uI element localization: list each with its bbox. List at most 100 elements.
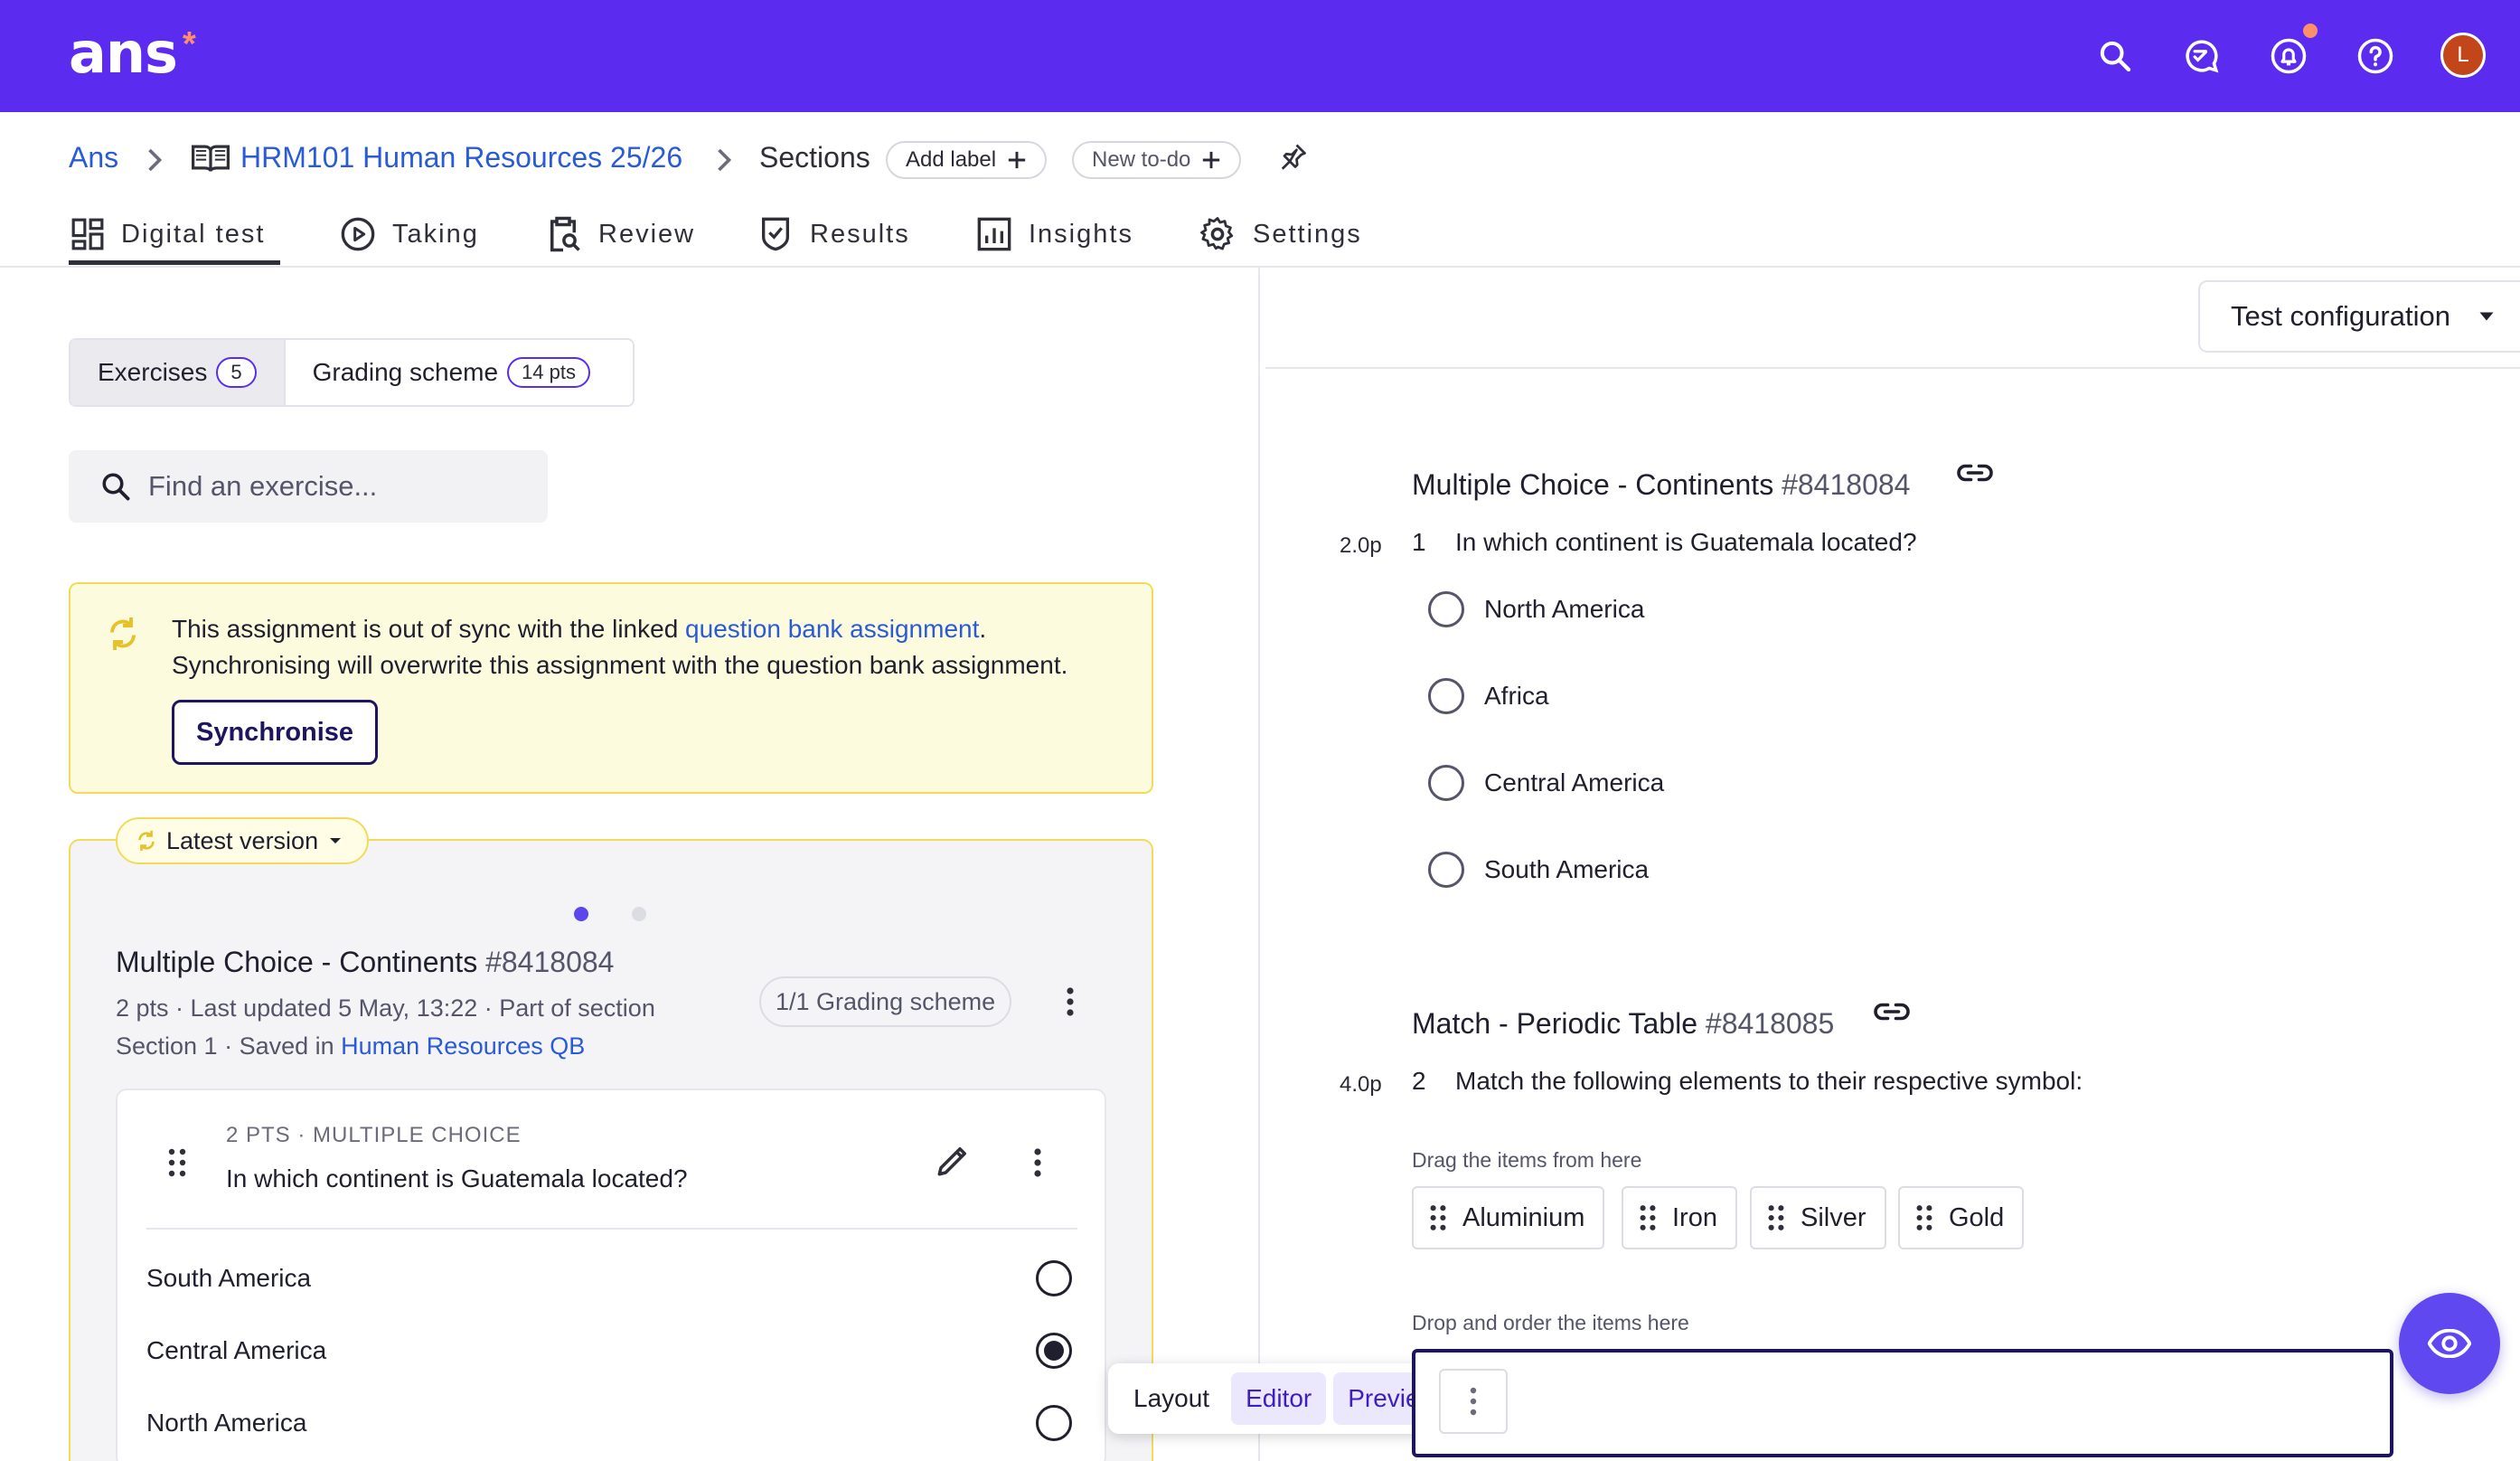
avatar[interactable]: L (2440, 33, 2486, 78)
panel-divider[interactable] (1258, 268, 1260, 1461)
exercise-meta-line1: 2 pts · Last updated 5 May, 13:22 · Part… (116, 994, 655, 1022)
out-of-sync-warning: This assignment is out of sync with the … (69, 582, 1153, 794)
option-radio[interactable] (1428, 765, 1464, 801)
drag-handle-icon[interactable] (168, 1148, 186, 1177)
q2-id: #8418085 (1705, 1007, 1835, 1040)
question-meta: 2 PTS · MULTIPLE CHOICE (226, 1123, 522, 1147)
chat-check-icon[interactable] (2177, 31, 2227, 81)
tab-taking[interactable]: Taking (340, 204, 479, 264)
drag-item[interactable]: Iron (1622, 1186, 1737, 1249)
test-configuration-dropdown[interactable]: Test configuration (2198, 280, 2520, 353)
q2-number: 2 (1412, 1067, 1426, 1095)
drop-zone[interactable] (1412, 1349, 2393, 1457)
plus-icon (1201, 150, 1221, 170)
q1-option[interactable]: Africa (1428, 678, 1549, 714)
answer-radio[interactable] (1036, 1405, 1072, 1441)
drag-item-label: Gold (1949, 1202, 2005, 1232)
exercise-name: Multiple Choice - Continents (116, 946, 478, 978)
answer-radio-selected[interactable] (1036, 1333, 1072, 1369)
breadcrumb-chevron-icon (714, 146, 734, 174)
tab-insights[interactable]: Insights (976, 204, 1133, 264)
tab-label: Results (810, 219, 910, 249)
tab-settings[interactable]: Settings (1199, 204, 1362, 264)
warning-text: This assignment is out of sync with the … (172, 615, 686, 643)
layout-mode[interactable]: Layout (1119, 1372, 1224, 1425)
option-radio[interactable] (1428, 591, 1464, 627)
question-more-icon[interactable] (1020, 1137, 1056, 1188)
q1-option[interactable]: North America (1428, 591, 1644, 627)
edit-pencil-icon[interactable] (935, 1141, 973, 1179)
clipboard-search-icon (544, 215, 582, 253)
shield-check-icon (757, 215, 794, 253)
tabs-divider (0, 266, 2520, 268)
exercise-more-icon[interactable] (1052, 976, 1088, 1027)
link-icon[interactable] (1873, 1000, 1911, 1023)
version-dropdown[interactable]: Latest version (116, 817, 370, 864)
pin-icon[interactable] (1276, 139, 1309, 175)
drag-handle-icon (1768, 1204, 1784, 1231)
breadcrumb-root[interactable]: Ans (69, 141, 118, 174)
sync-icon (136, 829, 157, 853)
option-radio[interactable] (1428, 852, 1464, 888)
add-label-text: Add label (906, 147, 997, 172)
exercise-search (69, 450, 548, 523)
tab-review[interactable]: Review (544, 204, 695, 264)
drop-zone-handle[interactable] (1439, 1369, 1508, 1434)
tab-label: Review (598, 219, 696, 249)
answer-radio[interactable] (1036, 1260, 1072, 1296)
drag-item[interactable]: Aluminium (1412, 1186, 1605, 1249)
play-circle-icon (340, 216, 376, 252)
carousel-dot[interactable] (632, 907, 646, 921)
top-bar (0, 0, 2520, 112)
drag-item[interactable]: Gold (1898, 1186, 2025, 1249)
tab-results[interactable]: Results (757, 204, 910, 264)
tab-label: Digital test (121, 219, 266, 249)
help-icon[interactable] (2350, 31, 2401, 81)
preview-q1-title: Multiple Choice - Continents #8418084 (1412, 468, 1910, 502)
drag-item[interactable]: Silver (1750, 1186, 1886, 1249)
search-input[interactable] (148, 470, 528, 503)
carousel-dot-active[interactable] (574, 907, 588, 921)
question-text: In which continent is Guatemala located? (226, 1164, 688, 1192)
new-todo-text: New to-do (1092, 147, 1191, 172)
synchronise-button[interactable]: Synchronise (172, 700, 379, 765)
question-bank-link[interactable]: question bank assignment (685, 615, 979, 643)
drag-handle-icon (1430, 1204, 1446, 1231)
answer-label: Central America (146, 1336, 327, 1364)
option-radio[interactable] (1428, 678, 1464, 714)
drag-handle-icon (1469, 1387, 1478, 1416)
tab-digital-test[interactable]: Digital test (71, 204, 265, 264)
breadcrumb-chevron-icon (145, 146, 165, 174)
eye-icon (2428, 1329, 2471, 1358)
preview-eye-button[interactable] (2399, 1293, 2500, 1394)
saved-in-text: Section 1 · Saved in (116, 1032, 342, 1060)
option-label: North America (1484, 595, 1645, 623)
q1-name: Multiple Choice - Continents (1412, 468, 1774, 501)
exercises-tab[interactable]: Exercises 5 (71, 340, 286, 405)
grading-scheme-pill[interactable]: 1/1 Grading scheme (759, 976, 1012, 1027)
grading-scheme-tab[interactable]: Grading scheme 14 pts (286, 340, 617, 405)
bar-chart-icon (976, 216, 1012, 252)
q1-points: 2.0p (1340, 533, 1382, 558)
breadcrumb-course[interactable]: HRM101 Human Resources 25/26 (240, 141, 682, 174)
editor-mode[interactable]: Editor (1231, 1372, 1327, 1425)
option-label: Central America (1484, 768, 1665, 796)
q1-option[interactable]: South America (1428, 852, 1649, 888)
drop-items-label: Drop and order the items here (1412, 1311, 1689, 1334)
drag-item-label: Iron (1672, 1202, 1717, 1232)
drag-item-label: Aluminium (1462, 1202, 1585, 1232)
add-label-button[interactable]: Add label (886, 141, 1048, 179)
book-icon (192, 143, 230, 174)
question-bank-name-link[interactable]: Human Resources QB (341, 1032, 585, 1060)
q1-option[interactable]: Central America (1428, 765, 1664, 801)
new-todo-button[interactable]: New to-do (1072, 141, 1242, 179)
link-icon[interactable] (1956, 461, 1994, 485)
warning-text-end: . (979, 615, 987, 643)
notification-dot (2303, 24, 2318, 38)
app-logo[interactable]: ans (69, 20, 178, 86)
bell-icon[interactable] (2263, 31, 2314, 81)
version-label: Latest version (166, 826, 319, 854)
caret-down-icon (327, 835, 343, 846)
q1-id: #8418084 (1782, 468, 1911, 501)
search-icon[interactable] (2090, 31, 2140, 81)
